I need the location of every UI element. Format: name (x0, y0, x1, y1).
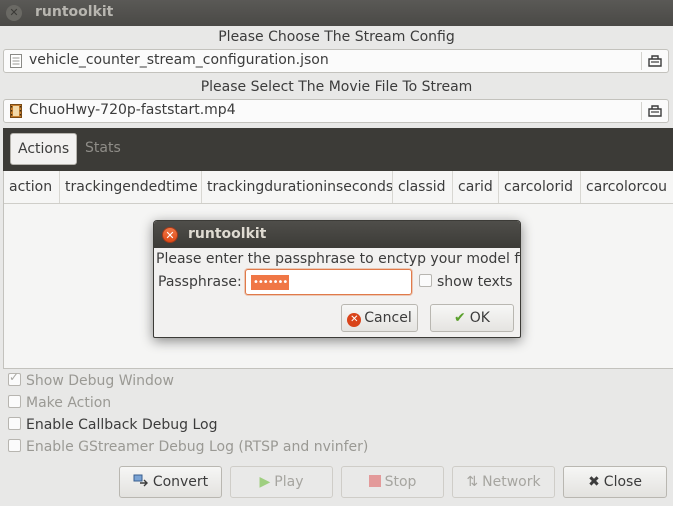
network-icon: ⇅ (466, 474, 479, 490)
option-label: Show Debug Window (26, 373, 174, 389)
column-header-carid[interactable]: carid (453, 171, 499, 203)
show-texts-label: show texts (437, 274, 513, 290)
column-header-action[interactable]: action (4, 171, 60, 203)
convert-button[interactable]: Convert (119, 466, 222, 498)
play-icon: ▶ (259, 474, 271, 490)
convert-label: Convert (152, 474, 209, 490)
stop-button[interactable]: Stop (341, 466, 444, 498)
gstreamer-debug-log-checkbox (8, 439, 21, 452)
stream-config-filename: vehicle_counter_stream_configuration.jso… (29, 52, 329, 68)
separator (641, 52, 642, 70)
ok-button[interactable]: ✔ OK (430, 304, 514, 332)
option-label: Enable Callback Debug Log (26, 417, 218, 433)
option-label: Enable GStreamer Debug Log (RTSP and nvi… (26, 439, 369, 455)
tab-stats[interactable]: Stats (78, 133, 128, 165)
movie-filename: ChuoHwy-720p-faststart.mp4 (29, 102, 236, 118)
passphrase-input[interactable]: ••••••• (245, 269, 412, 295)
make-action-checkbox (8, 395, 21, 408)
option-enable-callback-debug-log[interactable]: Enable Callback Debug Log (8, 417, 218, 437)
close-button[interactable]: ✖ Close (563, 466, 667, 498)
stop-label: Stop (384, 474, 417, 490)
close-label: Close (603, 474, 642, 490)
dialog-message: Please enter the passphrase to enctyp yo… (156, 251, 521, 267)
stop-icon (368, 475, 381, 487)
dialog-close-icon[interactable]: ✕ (162, 227, 178, 243)
ok-label: OK (469, 310, 490, 326)
close-icon: ✖ (588, 474, 600, 490)
separator (641, 102, 642, 120)
option-make-action: Make Action (8, 395, 111, 415)
window-titlebar: ✕ runtoolkit (0, 0, 673, 26)
movie-file-chooser[interactable]: ChuoHwy-720p-faststart.mp4 (3, 99, 669, 123)
show-debug-window-checkbox (8, 370, 21, 386)
table-header: action trackingendedtime trackingduratio… (4, 171, 673, 204)
option-show-debug-window: Show Debug Window (8, 370, 174, 393)
dialog-title: runtoolkit (188, 226, 267, 242)
stream-config-label: Please Choose The Stream Config (218, 29, 455, 45)
window-title: runtoolkit (35, 4, 114, 20)
passphrase-dialog: ✕ runtoolkit Please enter the passphrase… (153, 220, 521, 338)
column-header-trackingendedtime[interactable]: trackingendedtime (60, 171, 202, 203)
column-header-carcolorid[interactable]: carcolorid (499, 171, 581, 203)
stream-config-file-chooser[interactable]: vehicle_counter_stream_configuration.jso… (3, 49, 669, 73)
window-close-icon[interactable]: ✕ (6, 5, 22, 21)
tab-bar: Actions Stats (3, 128, 673, 171)
tab-actions[interactable]: Actions (10, 133, 78, 165)
convert-icon (133, 474, 148, 487)
play-button[interactable]: ▶ Play (230, 466, 333, 498)
show-texts-checkbox[interactable] (419, 274, 432, 287)
dialog-titlebar: ✕ runtoolkit (154, 221, 520, 248)
column-header-trackingdurationinseconds[interactable]: trackingdurationinseconds (202, 171, 393, 203)
movie-file-label: Please Select The Movie File To Stream (200, 79, 473, 95)
option-label: Make Action (26, 395, 112, 411)
video-file-icon (10, 104, 22, 118)
network-label: Network (482, 474, 541, 490)
option-enable-gstreamer-debug-log: Enable GStreamer Debug Log (RTSP and nvi… (8, 439, 368, 459)
open-folder-icon[interactable] (647, 53, 663, 69)
checkmark-icon: ✔ (454, 310, 466, 326)
passphrase-label: Passphrase: (158, 274, 242, 290)
passphrase-masked-value: ••••••• (251, 275, 290, 290)
callback-debug-log-checkbox[interactable] (8, 417, 21, 430)
cancel-button[interactable]: ✕ Cancel (341, 304, 418, 332)
document-icon (10, 54, 22, 68)
open-folder-icon[interactable] (647, 103, 663, 119)
cancel-label: Cancel (364, 310, 412, 326)
play-label: Play (274, 474, 304, 490)
column-header-classid[interactable]: classid (393, 171, 453, 203)
show-texts-toggle[interactable]: show texts (419, 274, 513, 290)
column-header-carcolorcount[interactable]: carcolorcou (581, 171, 673, 203)
cancel-icon: ✕ (347, 313, 362, 327)
network-button[interactable]: ⇅ Network (452, 466, 555, 498)
